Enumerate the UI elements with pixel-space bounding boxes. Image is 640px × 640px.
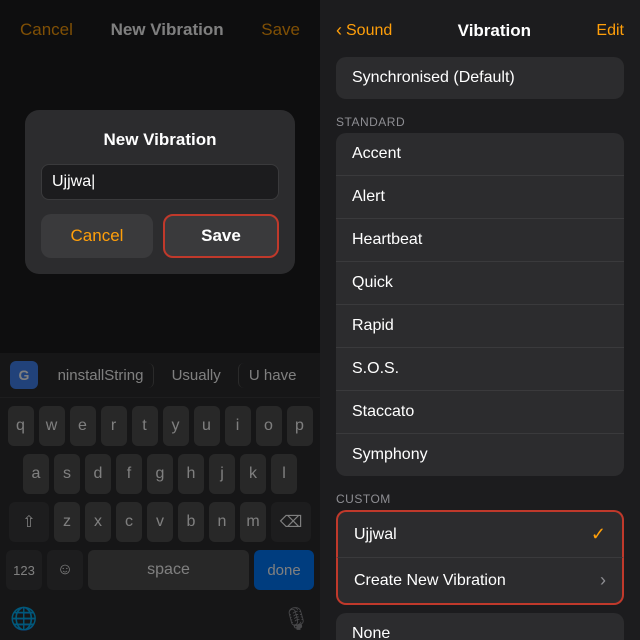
list-item-accent[interactable]: Accent <box>336 133 624 176</box>
dialog-save-button[interactable]: Save <box>163 214 279 258</box>
checkmark-icon: ✓ <box>591 524 606 545</box>
create-new-vibration-row[interactable]: Create New Vibration › <box>336 557 624 605</box>
standard-list: Accent Alert Heartbeat Quick Rapid S.O.S… <box>336 133 624 476</box>
create-new-label: Create New Vibration <box>354 572 506 590</box>
list-item-alert[interactable]: Alert <box>336 176 624 219</box>
chevron-right-icon: › <box>600 570 606 591</box>
standard-section-label: STANDARD <box>320 115 640 129</box>
back-label: Sound <box>346 22 392 40</box>
dialog-buttons: Cancel Save <box>41 214 279 258</box>
sync-default-row[interactable]: Synchronised (Default) <box>336 57 624 99</box>
back-button[interactable]: ‹ Sound <box>336 20 392 41</box>
edit-button[interactable]: Edit <box>596 22 624 40</box>
custom-section-label: CUSTOM <box>320 492 640 506</box>
dialog-overlay: New Vibration Cancel Save <box>0 0 320 640</box>
list-item-quick[interactable]: Quick <box>336 262 624 305</box>
list-item-heartbeat[interactable]: Heartbeat <box>336 219 624 262</box>
dialog-cancel-button[interactable]: Cancel <box>41 214 153 258</box>
list-item-staccato[interactable]: Staccato <box>336 391 624 434</box>
right-nav-bar: ‹ Sound Vibration Edit <box>320 0 640 57</box>
none-row[interactable]: None <box>336 613 624 640</box>
none-label: None <box>352 625 390 640</box>
dialog-box: New Vibration Cancel Save <box>25 110 295 274</box>
custom-ujjwal-label: Ujjwal <box>354 526 397 544</box>
right-nav-title: Vibration <box>458 21 531 41</box>
left-panel: Cancel New Vibration Save New Vibration … <box>0 0 320 640</box>
chevron-left-icon: ‹ <box>336 20 342 41</box>
custom-item-ujjwal[interactable]: Ujjwal ✓ <box>336 510 624 557</box>
list-item-symphony[interactable]: Symphony <box>336 434 624 476</box>
list-item-rapid[interactable]: Rapid <box>336 305 624 348</box>
dialog-title: New Vibration <box>103 130 216 150</box>
right-content: Synchronised (Default) STANDARD Accent A… <box>320 57 640 640</box>
dialog-input[interactable] <box>41 164 279 200</box>
right-panel: ‹ Sound Vibration Edit Synchronised (Def… <box>320 0 640 640</box>
sync-default-label: Synchronised (Default) <box>352 69 515 86</box>
list-item-sos[interactable]: S.O.S. <box>336 348 624 391</box>
